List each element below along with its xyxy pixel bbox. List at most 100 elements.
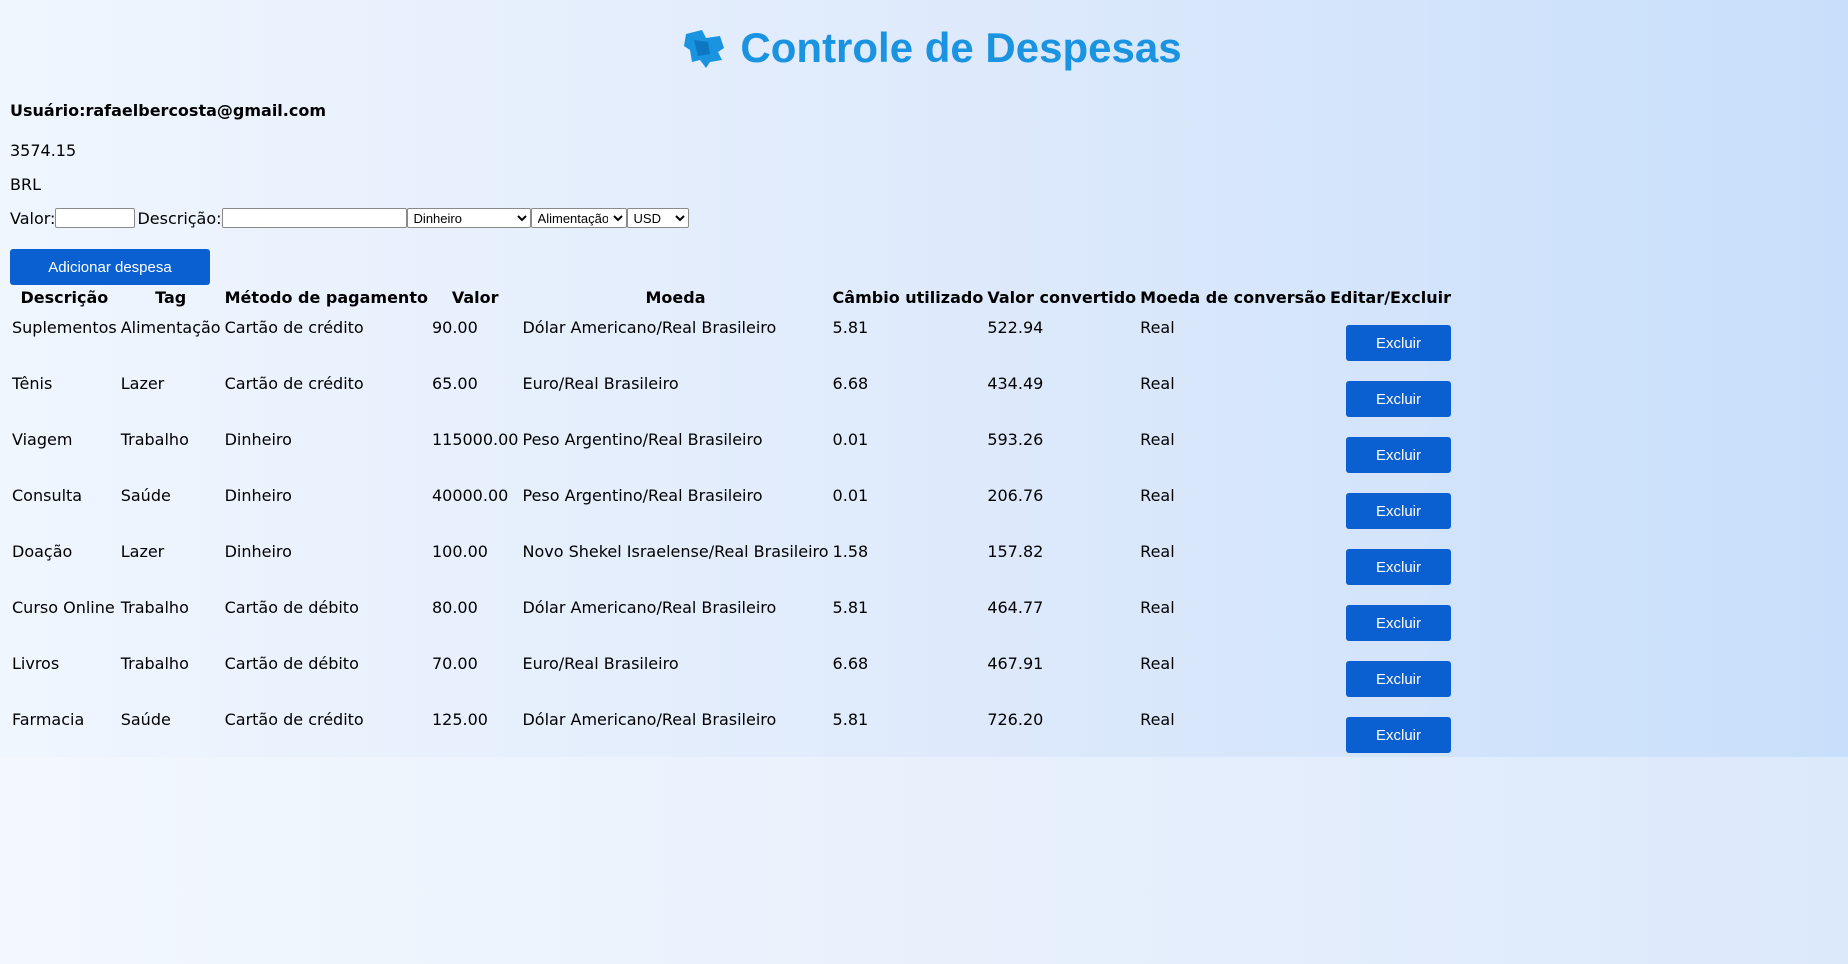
expense-form: Valor: Descrição: Dinheiro Alimentação U… [10, 208, 689, 228]
cell-moeda: Euro/Real Brasileiro [522, 654, 679, 673]
cell-cambio: 0.01 [832, 486, 869, 505]
cell-actions: Excluir [1328, 533, 1453, 589]
tag-select[interactable]: Alimentação [530, 208, 627, 228]
wallet-icon [684, 30, 725, 68]
delete-button[interactable]: Excluir [1346, 437, 1452, 473]
cell-metodo: Dinheiro [224, 542, 292, 561]
cell-cambio: 5.81 [832, 710, 869, 729]
cell-valor-convertido: 593.26 [987, 430, 1044, 449]
user-email: Usuário:rafaelbercosta@gmail.com [10, 101, 327, 120]
cell-metodo: Cartão de débito [224, 654, 359, 673]
cell-moeda: Dólar Americano/Real Brasileiro [522, 318, 777, 337]
valor-input[interactable] [55, 208, 136, 228]
table-row: Doação Lazer Dinheiro 100.00 Novo Shekel Isr… [10, 533, 1453, 589]
cell-actions: Excluir [1328, 309, 1453, 365]
cell-valor-convertido: 726.20 [987, 710, 1044, 729]
cell-valor: 40000.00 [431, 486, 509, 505]
cell-actions: Excluir [1328, 645, 1453, 701]
table-row: Livros Trabalho Cartão de débito 70.00 Euro/… [10, 645, 1453, 701]
cell-metodo: Cartão de crédito [224, 374, 364, 393]
header-editar-excluir: Editar/Excluir [1329, 287, 1452, 307]
cell-valor: 80.00 [431, 598, 478, 617]
header-cambio: Câmbio utilizado [832, 287, 984, 307]
cell-moeda: Dólar Americano/Real Brasileiro [522, 710, 777, 729]
delete-button[interactable]: Excluir [1346, 605, 1452, 641]
cell-valor-convertido: 467.91 [987, 654, 1044, 673]
cell-moeda-conversao: Real [1140, 598, 1175, 617]
cell-valor: 70.00 [431, 654, 478, 673]
cell-valor-convertido: 464.77 [987, 598, 1044, 617]
payment-method-select[interactable]: Dinheiro [406, 208, 531, 228]
delete-button[interactable]: Excluir [1346, 661, 1452, 697]
cell-metodo: Dinheiro [224, 430, 292, 449]
cell-tag: Trabalho [120, 598, 189, 617]
cell-moeda: Dólar Americano/Real Brasileiro [522, 598, 777, 617]
header-moeda-conversao: Moeda de conversão [1140, 287, 1326, 307]
cell-moeda-conversao: Real [1140, 654, 1175, 673]
cell-moeda: Novo Shekel Israelense/Real Brasileiro [522, 542, 829, 561]
cell-valor: 115000.00 [431, 430, 519, 449]
cell-valor: 125.00 [431, 710, 488, 729]
cell-tag: Trabalho [120, 430, 189, 449]
delete-button[interactable]: Excluir [1346, 549, 1452, 585]
cell-moeda-conversao: Real [1140, 486, 1175, 505]
cell-valor-convertido: 157.82 [987, 542, 1044, 561]
cell-metodo: Cartão de crédito [224, 710, 364, 729]
cell-actions: Excluir [1328, 701, 1453, 757]
table-row: Curso Online Trabalho Cartão de débito 80.0… [10, 589, 1453, 645]
header-tag: Tag [155, 287, 187, 307]
header: Controle de Despesas [0, 18, 1848, 78]
cell-moeda-conversao: Real [1140, 542, 1175, 561]
cell-tag: Trabalho [120, 654, 189, 673]
cell-descricao: Livros [12, 654, 60, 673]
descricao-input[interactable] [221, 208, 407, 228]
cell-actions: Excluir [1328, 477, 1453, 533]
expenses-table: Descrição Tag Método de pagamento Valor … [10, 285, 1453, 757]
header-moeda: Moeda [645, 287, 706, 307]
table-row: Consulta Saúde Dinheiro 40000.00 Peso Argent… [10, 477, 1453, 533]
cell-tag: Saúde [120, 486, 171, 505]
cell-cambio: 6.68 [832, 374, 869, 393]
delete-button[interactable]: Excluir [1346, 717, 1452, 753]
cell-cambio: 6.68 [832, 654, 869, 673]
cell-moeda-conversao: Real [1140, 374, 1175, 393]
cell-cambio: 5.81 [832, 598, 869, 617]
cell-valor-convertido: 206.76 [987, 486, 1044, 505]
cell-valor: 65.00 [431, 374, 478, 393]
table-row: Farmacia Saúde Cartão de crédito 125.00 Dóla… [10, 701, 1453, 757]
cell-moeda: Peso Argentino/Real Brasileiro [522, 430, 763, 449]
cell-metodo: Cartão de débito [224, 598, 359, 617]
cell-moeda: Euro/Real Brasileiro [522, 374, 679, 393]
page-title: Controle de Despesas [740, 24, 1182, 71]
cell-valor-convertido: 434.49 [987, 374, 1044, 393]
cell-descricao: Suplementos [12, 318, 117, 337]
header-descricao: Descrição [20, 287, 109, 307]
table-header-row: Descrição Tag Método de pagamento Valor … [10, 285, 1453, 309]
cell-cambio: 1.58 [832, 542, 869, 561]
cell-tag: Lazer [120, 542, 165, 561]
cell-descricao: Farmacia [12, 710, 85, 729]
cell-tag: Alimentação [120, 318, 221, 337]
cell-actions: Excluir [1328, 421, 1453, 477]
cell-valor: 100.00 [431, 542, 488, 561]
table-body: Suplementos Alimentação Cartão de crédito 9… [10, 309, 1453, 757]
cell-metodo: Cartão de crédito [224, 318, 364, 337]
cell-cambio: 0.01 [832, 430, 869, 449]
cell-metodo: Dinheiro [224, 486, 292, 505]
valor-label: Valor: [10, 208, 56, 228]
cell-valor: 90.00 [431, 318, 478, 337]
delete-button[interactable]: Excluir [1346, 381, 1452, 417]
currency-select[interactable]: USD [626, 208, 689, 228]
cell-moeda: Peso Argentino/Real Brasileiro [522, 486, 763, 505]
cell-tag: Lazer [120, 374, 165, 393]
delete-button[interactable]: Excluir [1346, 325, 1452, 361]
delete-button[interactable]: Excluir [1346, 493, 1452, 529]
cell-descricao: Consulta [12, 486, 83, 505]
add-expense-button[interactable]: Adicionar despesa [10, 249, 210, 285]
table-row: Suplementos Alimentação Cartão de crédito 9… [10, 309, 1453, 365]
header-valor: Valor [451, 287, 499, 307]
cell-descricao: Tênis [12, 374, 53, 393]
cell-cambio: 5.81 [832, 318, 869, 337]
cell-descricao: Curso Online [12, 598, 115, 617]
cell-descricao: Viagem [12, 430, 73, 449]
